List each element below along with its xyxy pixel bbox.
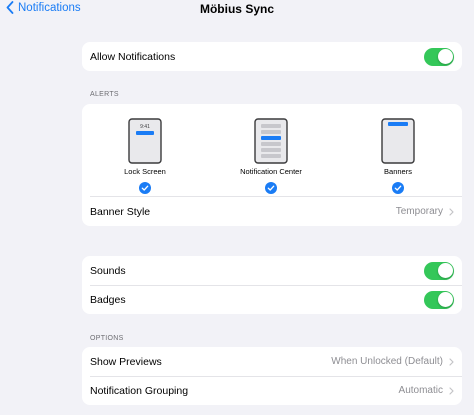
notification-grouping-value: Automatic — [399, 385, 454, 396]
show-previews-label: Show Previews — [90, 355, 162, 368]
show-previews-value-text: When Unlocked (Default) — [331, 356, 443, 367]
notification-grouping-row[interactable]: Notification Grouping Automatic — [82, 376, 462, 405]
notification-center-checkmark-icon[interactable] — [265, 182, 277, 194]
show-previews-row[interactable]: Show Previews When Unlocked (Default) — [82, 347, 462, 376]
alerts-card: 9:41 Lock Screen Notification Center Ban… — [82, 104, 462, 226]
alert-option-lock-screen[interactable]: 9:41 Lock Screen — [95, 118, 195, 194]
sounds-badges-card: Sounds Badges — [82, 256, 462, 314]
chevron-right-icon — [449, 386, 454, 395]
banner-style-label: Banner Style — [90, 205, 151, 218]
sounds-label: Sounds — [90, 264, 126, 277]
alert-option-banners[interactable]: Banners — [348, 118, 448, 194]
allow-notifications-card: Allow Notifications — [82, 42, 462, 71]
show-previews-value: When Unlocked (Default) — [331, 356, 454, 367]
chevron-right-icon — [449, 207, 454, 216]
chevron-right-icon — [449, 357, 454, 366]
page-title: Möbius Sync — [199, 2, 274, 16]
sounds-toggle[interactable] — [424, 261, 454, 280]
badges-row: Badges — [82, 285, 462, 314]
notification-grouping-value-text: Automatic — [398, 385, 443, 396]
options-card: Show Previews When Unlocked (Default) No… — [82, 347, 462, 405]
badges-label: Badges — [90, 293, 126, 306]
allow-notifications-toggle[interactable] — [424, 47, 454, 66]
alert-option-notification-center[interactable]: Notification Center — [221, 118, 321, 194]
options-section-label: OPTIONS — [90, 335, 124, 342]
alerts-section-label: ALERTS — [90, 91, 119, 98]
allow-notifications-label: Allow Notifications — [90, 50, 176, 63]
sounds-row: Sounds — [82, 256, 462, 285]
lock-screen-checkmark-icon[interactable] — [139, 182, 151, 194]
banner-style-row[interactable]: Banner Style Temporary — [82, 197, 462, 226]
banner-style-value-text: Temporary — [395, 206, 443, 217]
banners-checkmark-icon[interactable] — [392, 182, 404, 194]
banners-preview-icon — [381, 118, 415, 164]
allow-notifications-row: Allow Notifications — [82, 42, 462, 71]
banner-style-value: Temporary — [396, 206, 454, 217]
notification-center-label: Notification Center — [240, 167, 302, 176]
lock-screen-label: Lock Screen — [124, 167, 166, 176]
banners-label: Banners — [384, 167, 412, 176]
notification-grouping-label: Notification Grouping — [90, 384, 189, 397]
alert-styles: 9:41 Lock Screen Notification Center Ban… — [82, 104, 462, 197]
lock-screen-preview-icon: 9:41 — [128, 118, 162, 164]
notification-center-preview-icon — [254, 118, 288, 164]
navigation-bar: Notifications Möbius Sync — [0, 0, 474, 22]
lock-screen-time: 9:41 — [140, 124, 150, 130]
badges-toggle[interactable] — [424, 290, 454, 309]
